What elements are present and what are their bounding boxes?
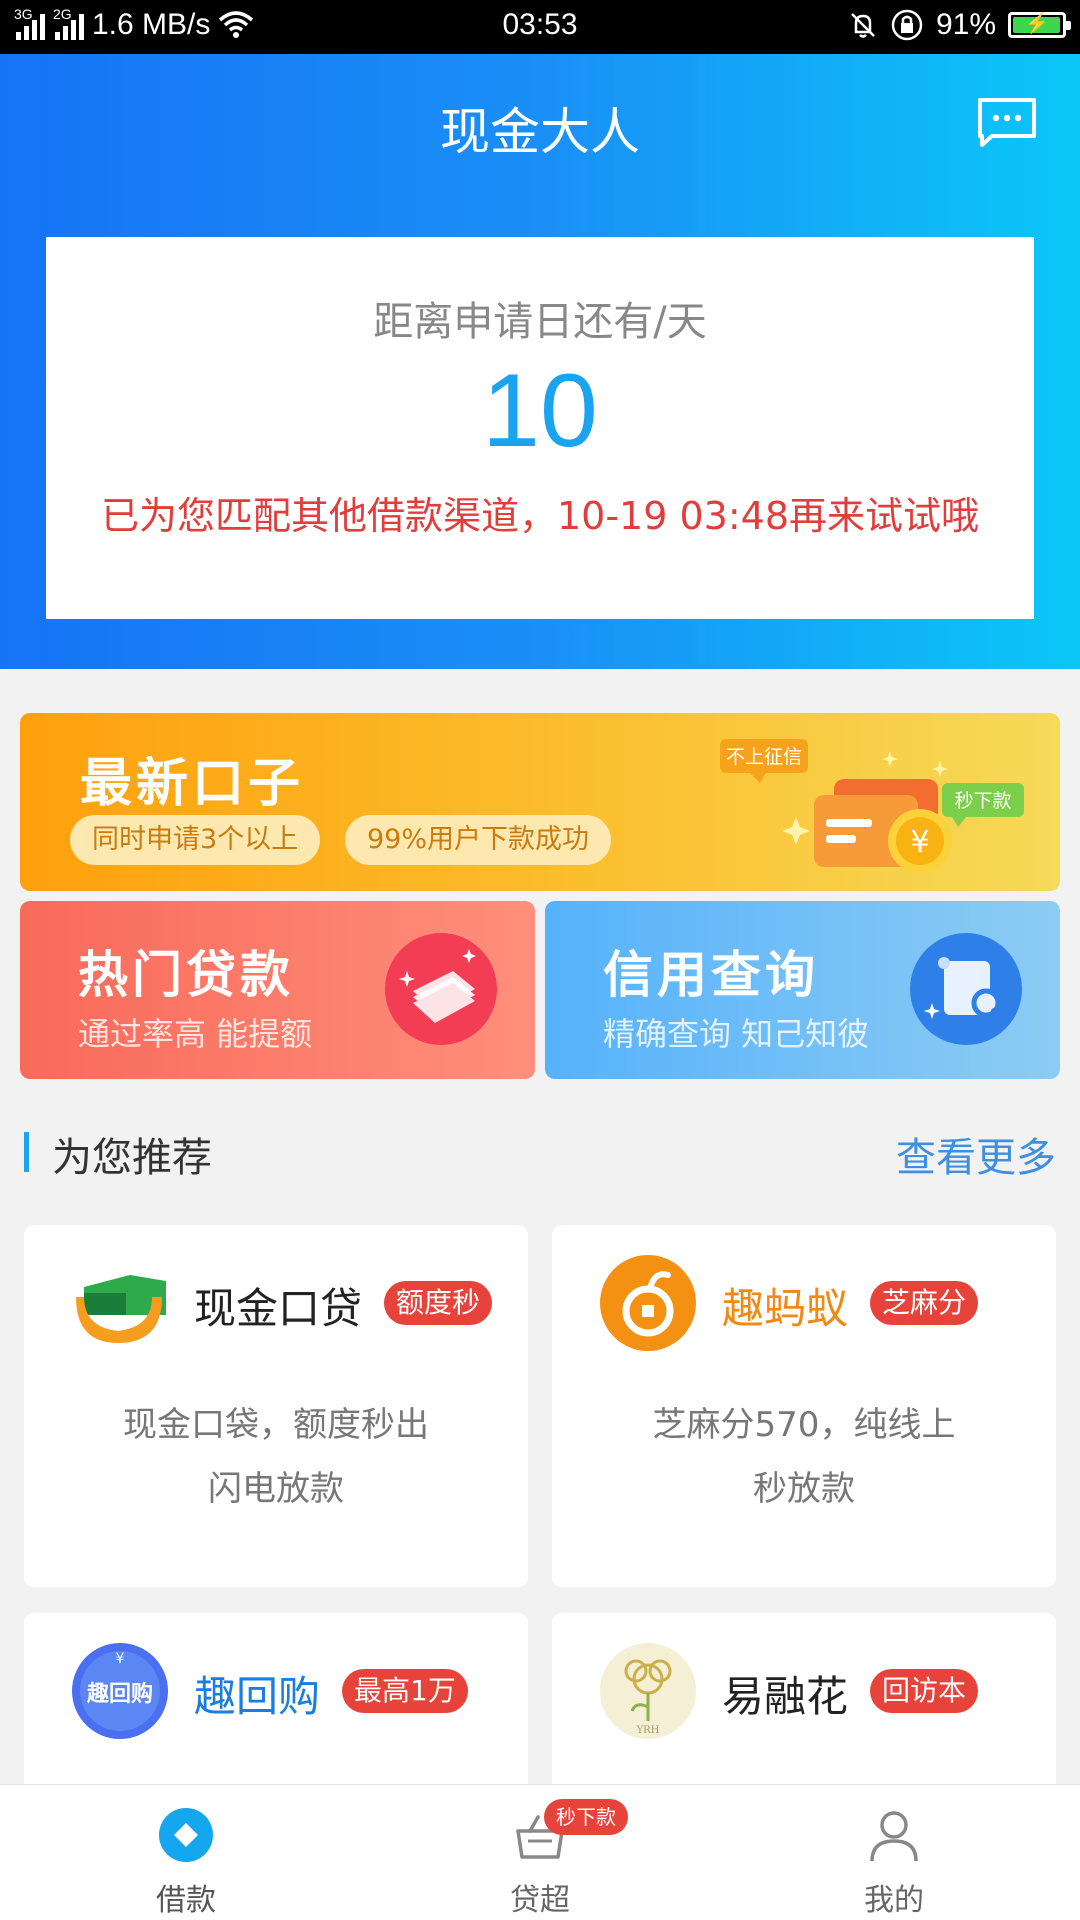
nav-badge: 秒下款	[544, 1799, 628, 1835]
nav-item-mine[interactable]: 我的	[794, 1785, 994, 1920]
loan-icon	[159, 1808, 213, 1862]
countdown-card: 距离申请日还有/天 10 已为您匹配其他借款渠道，10-19 03:48再来试试…	[46, 237, 1034, 619]
nav-item-loan[interactable]: 借款	[86, 1785, 286, 1920]
header: 现金大人 距离申请日还有/天 10 已为您匹配其他借款渠道，10-19 03:4…	[0, 54, 1080, 669]
banner-credit-title: 信用查询	[603, 946, 819, 1004]
rotation-lock-icon	[891, 9, 923, 41]
product-description: 芝麻分570，纯线上 秒放款	[592, 1393, 1016, 1521]
product-desc-line-1: 芝麻分570，纯线上	[652, 1405, 956, 1445]
tag-fast-loan: 秒下款	[954, 790, 1011, 812]
product-name: 趣回购	[194, 1672, 321, 1721]
credit-card-coin-illustration: 不上征信 秒下款 ¥	[720, 739, 1024, 873]
svg-text:¥: ¥	[116, 1651, 125, 1667]
ant-coin-logo-icon	[600, 1255, 696, 1351]
charging-icon: ⚡	[1024, 13, 1050, 35]
product-desc-line-1: 现金口袋，额度秒出	[123, 1405, 429, 1445]
product-name: 趣蚂蚁	[722, 1284, 849, 1333]
section-accent-bar	[24, 1132, 29, 1172]
app-title: 现金大人	[440, 103, 640, 161]
banner-latest-loans[interactable]: 最新口子 同时申请3个以上 99%用户下款成功 不上征信 秒下款 ¥	[20, 713, 1060, 891]
svg-text:YRH: YRH	[636, 1725, 660, 1736]
product-name: 易融花	[722, 1672, 849, 1721]
countdown-message: 已为您匹配其他借款渠道，10-19 03:48再来试试哦	[100, 494, 979, 538]
nav-label: 贷超	[510, 1883, 570, 1918]
banner-credit-query[interactable]: 信用查询 精确查询 知己知彼	[545, 901, 1060, 1079]
user-icon	[870, 1811, 918, 1862]
product-desc-line-2: 闪电放款	[208, 1469, 344, 1509]
status-right: 91% ⚡	[848, 8, 1071, 42]
flower-logo-icon: YRH	[600, 1643, 696, 1739]
scroll-search-icon	[910, 933, 1022, 1045]
product-card-yironghua[interactable]: YRH 易融花 回访本	[552, 1613, 1056, 1813]
message-icon	[978, 98, 1036, 147]
product-tag: 回访本	[870, 1669, 979, 1713]
quhuigou-logo-icon: ¥ 趣回购	[72, 1643, 168, 1739]
product-desc-line-2: 秒放款	[753, 1469, 855, 1509]
banner-pill-apply: 同时申请3个以上	[70, 815, 321, 865]
svg-text:¥: ¥	[910, 825, 929, 860]
banner-pill-success: 99%用户下款成功	[345, 815, 612, 865]
nav-item-loan-market[interactable]: 秒下款 贷超	[440, 1785, 640, 1920]
nav-label: 借款	[156, 1883, 216, 1918]
recommend-title: 为您推荐	[52, 1135, 212, 1181]
banner-latest-title: 最新口子	[80, 754, 305, 814]
countdown-label: 距离申请日还有/天	[373, 299, 707, 345]
product-name: 现金口贷	[194, 1284, 363, 1333]
view-more-link[interactable]: 查看更多	[896, 1125, 1056, 1183]
banner-hot-subtitle: 通过率高 能提额	[78, 1015, 313, 1053]
banner-credit-subtitle: 精确查询 知己知彼	[603, 1015, 870, 1053]
banner-hot-loans[interactable]: 热门贷款 通过率高 能提额	[20, 901, 535, 1079]
battery-percent: 91%	[935, 8, 996, 41]
nav-label: 我的	[864, 1883, 924, 1918]
message-button[interactable]	[976, 96, 1038, 148]
svg-text:趣回购: 趣回购	[86, 1681, 153, 1707]
money-stack-icon	[385, 933, 497, 1045]
bottom-nav: 借款 秒下款 贷超 我的	[0, 1784, 1080, 1920]
product-card-quhuigou[interactable]: ¥ 趣回购 趣回购 最高1万	[24, 1613, 528, 1813]
product-description: 现金口袋，额度秒出 闪电放款	[64, 1393, 488, 1521]
product-card-xianjinkoudai[interactable]: 现金口贷 额度秒 现金口袋，额度秒出 闪电放款	[24, 1225, 528, 1587]
product-tag: 最高1万	[342, 1669, 468, 1713]
product-tag: 额度秒	[384, 1281, 493, 1325]
tag-no-credit-check: 不上征信	[726, 746, 802, 768]
wallet-logo-icon	[76, 1275, 166, 1343]
mute-bell-icon	[851, 13, 875, 38]
recommend-header: 为您推荐 查看更多	[0, 1095, 1080, 1205]
product-card-qumayi[interactable]: 趣蚂蚁 芝麻分 芝麻分570，纯线上 秒放款	[552, 1225, 1056, 1587]
countdown-days: 10	[482, 353, 598, 469]
status-bar: 3G 2G 1.6 MB/s 03:53 91% ⚡	[0, 0, 1080, 54]
battery-icon: ⚡	[1008, 12, 1071, 38]
banner-hot-title: 热门贷款	[78, 946, 294, 1004]
product-tag: 芝麻分	[870, 1281, 979, 1325]
